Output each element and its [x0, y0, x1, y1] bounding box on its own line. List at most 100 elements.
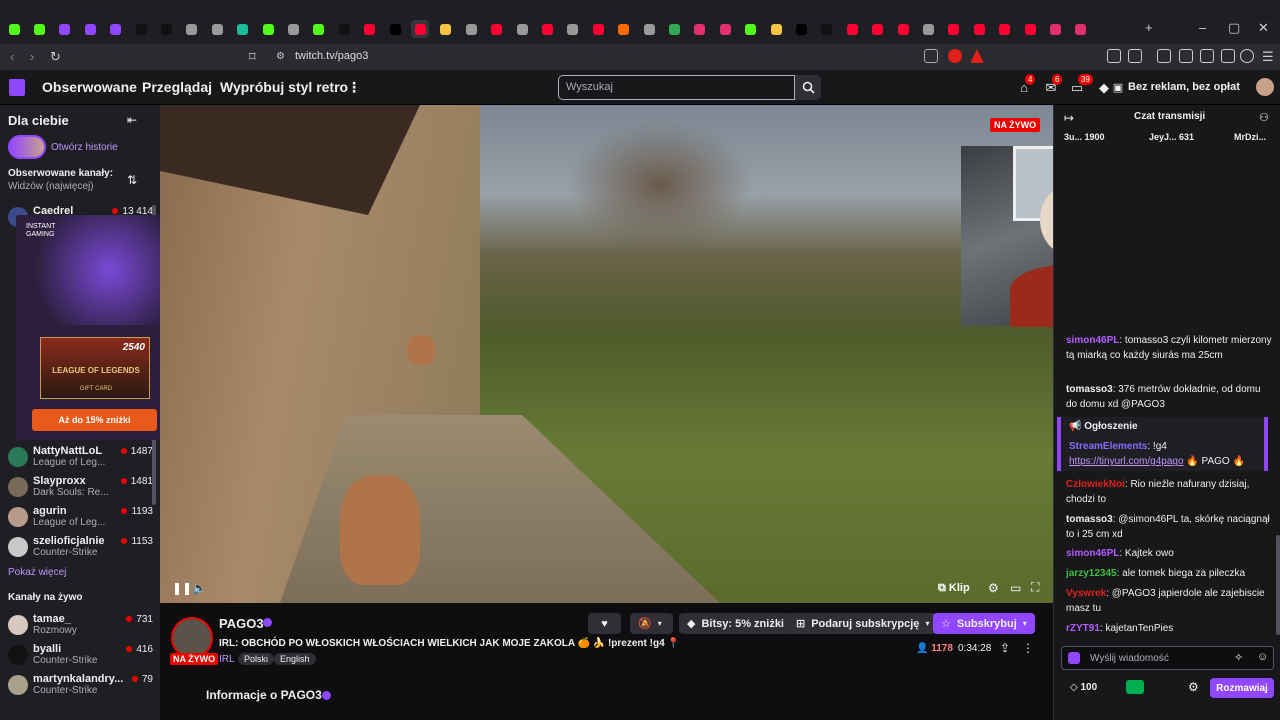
browser-tab[interactable]: [665, 20, 683, 38]
more-menu-icon[interactable]: ⋮: [347, 79, 361, 96]
user-avatar[interactable]: [1256, 78, 1274, 96]
browser-tab[interactable]: [970, 20, 988, 38]
sidebar-followed-channel[interactable]: szelioficjalnie Counter-Strike 1153: [8, 535, 153, 561]
chat-username[interactable]: tomasso3: [1066, 384, 1113, 395]
browser-tab[interactable]: [30, 20, 48, 38]
channel-points[interactable]: ◇ 100: [1070, 682, 1097, 693]
gift-sub-button[interactable]: ⊞ Podaruj subskrypcję ▾: [788, 613, 938, 634]
browser-tab[interactable]: [564, 20, 582, 38]
minimize-button[interactable]: –: [1199, 20, 1206, 35]
browser-tab[interactable]: [589, 20, 607, 38]
extension-icon[interactable]: [1128, 49, 1142, 63]
inbox-icon[interactable]: ⌂ 4: [1016, 74, 1036, 95]
sidebar-toggle-icon[interactable]: [1179, 49, 1193, 63]
settings-icon[interactable]: ⚙: [988, 581, 999, 595]
browser-tab[interactable]: [919, 20, 937, 38]
brave-shield-icon[interactable]: [948, 49, 962, 63]
browser-tab[interactable]: [361, 20, 379, 38]
wallet-icon[interactable]: [1200, 49, 1214, 63]
browser-tab[interactable]: [5, 20, 23, 38]
clip-button[interactable]: ⧉ Klip: [938, 582, 970, 595]
chat-settings-icon[interactable]: ⚙: [1188, 680, 1199, 694]
gift-points-icon[interactable]: [1126, 680, 1144, 694]
instant-gaming-ad[interactable]: INSTANT GAMING 2540 LEAGUE OF LEGENDS GI…: [16, 215, 172, 440]
sidebar-followed-channel[interactable]: agurin League of Leg... 1193: [8, 505, 153, 531]
browser-tab[interactable]: [107, 20, 125, 38]
chat-badge-icon[interactable]: [1068, 652, 1080, 664]
stream-category[interactable]: IRL: [219, 654, 235, 665]
theatre-mode-icon[interactable]: ▭: [1010, 581, 1021, 595]
share-icon[interactable]: [924, 49, 938, 63]
browser-tab[interactable]: [640, 20, 658, 38]
browser-tab[interactable]: [869, 20, 887, 38]
browser-tab[interactable]: [843, 20, 861, 38]
extension-icon[interactable]: [1157, 49, 1171, 63]
browser-tab[interactable]: [310, 20, 328, 38]
browser-tab[interactable]: [335, 20, 353, 38]
subscribe-button[interactable]: ☆ Subskrybuj ▾: [933, 613, 1035, 634]
browser-tab[interactable]: [284, 20, 302, 38]
browser-tab[interactable]: [411, 20, 430, 38]
leo-icon[interactable]: [1221, 49, 1235, 63]
browser-tab[interactable]: [792, 20, 810, 38]
chat-scrollbar[interactable]: [1276, 535, 1280, 635]
search-button[interactable]: [795, 75, 821, 100]
leaderboard[interactable]: 3u... 1900 JeyJ... 631 MrDzi...: [1054, 132, 1280, 148]
chat-username[interactable]: simon46PL: [1066, 548, 1119, 559]
more-options-icon[interactable]: ⋮: [1022, 641, 1034, 655]
volume-icon[interactable]: 🔈: [192, 581, 207, 595]
browser-tab[interactable]: [234, 20, 252, 38]
rewards-icon[interactable]: [970, 49, 984, 63]
ad-cta-button[interactable]: Aż do 15% zniżki: [32, 409, 157, 431]
browser-tab[interactable]: [767, 20, 785, 38]
browser-tab[interactable]: [1046, 20, 1064, 38]
stories-avatar[interactable]: [8, 135, 46, 159]
search-input[interactable]: Wyszukaj: [558, 75, 795, 100]
browse-link[interactable]: Przeglądaj: [142, 79, 212, 95]
browser-tab[interactable]: [462, 20, 480, 38]
sort-label[interactable]: Widzów (najwięcej): [8, 181, 94, 192]
browser-tab[interactable]: [615, 20, 633, 38]
tag[interactable]: English: [274, 653, 316, 665]
collapse-sidebar-icon[interactable]: ⇤: [127, 113, 137, 127]
browser-tab[interactable]: [81, 20, 99, 38]
follow-heart-button[interactable]: ♥: [588, 613, 621, 634]
browser-tab[interactable]: [716, 20, 734, 38]
show-more-link[interactable]: Pokaż więcej: [8, 567, 66, 578]
chat-username[interactable]: jarzy12345: [1066, 568, 1117, 579]
magic-icon[interactable]: ✧: [1234, 651, 1243, 664]
extension-icon[interactable]: [1107, 49, 1121, 63]
sidebar-followed-channel[interactable]: Slayproxx Dark Souls: Re... 1481: [8, 475, 153, 501]
sidebar-followed-channel[interactable]: NattyNattLoL League of Leg... 1487: [8, 445, 153, 471]
reload-icon[interactable]: ↻: [50, 49, 61, 65]
chat-username[interactable]: simon46PL: [1066, 335, 1119, 346]
chat-send-button[interactable]: Rozmawiaj: [1210, 678, 1274, 698]
browser-tab[interactable]: [945, 20, 963, 38]
browser-tab[interactable]: [1021, 20, 1039, 38]
bits-discount-button[interactable]: ◆ Bitsy: 5% zniżki: [679, 613, 792, 634]
fullscreen-icon[interactable]: ⛶: [1031, 580, 1039, 595]
collapse-chat-icon[interactable]: ↦: [1064, 111, 1074, 125]
sort-icon[interactable]: ⇅: [127, 173, 137, 187]
retro-link[interactable]: Wypróbuj styl retro: [220, 79, 348, 95]
notifications-toggle-button[interactable]: 🔕 ▾: [630, 613, 673, 634]
sidebar-live-channel[interactable]: byalli Counter-Strike 416: [8, 643, 153, 669]
browser-tab[interactable]: [386, 20, 404, 38]
browser-tab[interactable]: [894, 20, 912, 38]
browser-tab[interactable]: [513, 20, 531, 38]
chat-username[interactable]: Vyswrek: [1066, 588, 1106, 599]
menu-icon[interactable]: ☰: [1262, 49, 1274, 65]
forward-icon[interactable]: ›: [30, 49, 34, 64]
browser-tab[interactable]: [1072, 20, 1090, 38]
site-info-icon[interactable]: ⚙: [276, 51, 285, 62]
sidebar-live-channel[interactable]: martynkalandry... Counter-Strike 79: [8, 673, 153, 699]
browser-tab[interactable]: [56, 20, 74, 38]
bookmark-icon[interactable]: ⌑: [249, 49, 256, 65]
followed-link[interactable]: Obserwowane: [42, 79, 137, 95]
browser-tab[interactable]: [488, 20, 506, 38]
announcement-link[interactable]: https://tinyurl.com/g4pago: [1069, 456, 1184, 467]
share-icon[interactable]: ⇪: [1000, 641, 1010, 655]
back-icon[interactable]: ‹: [10, 49, 14, 64]
channel-name[interactable]: PAGO3: [219, 616, 264, 631]
browser-tab[interactable]: [437, 20, 455, 38]
